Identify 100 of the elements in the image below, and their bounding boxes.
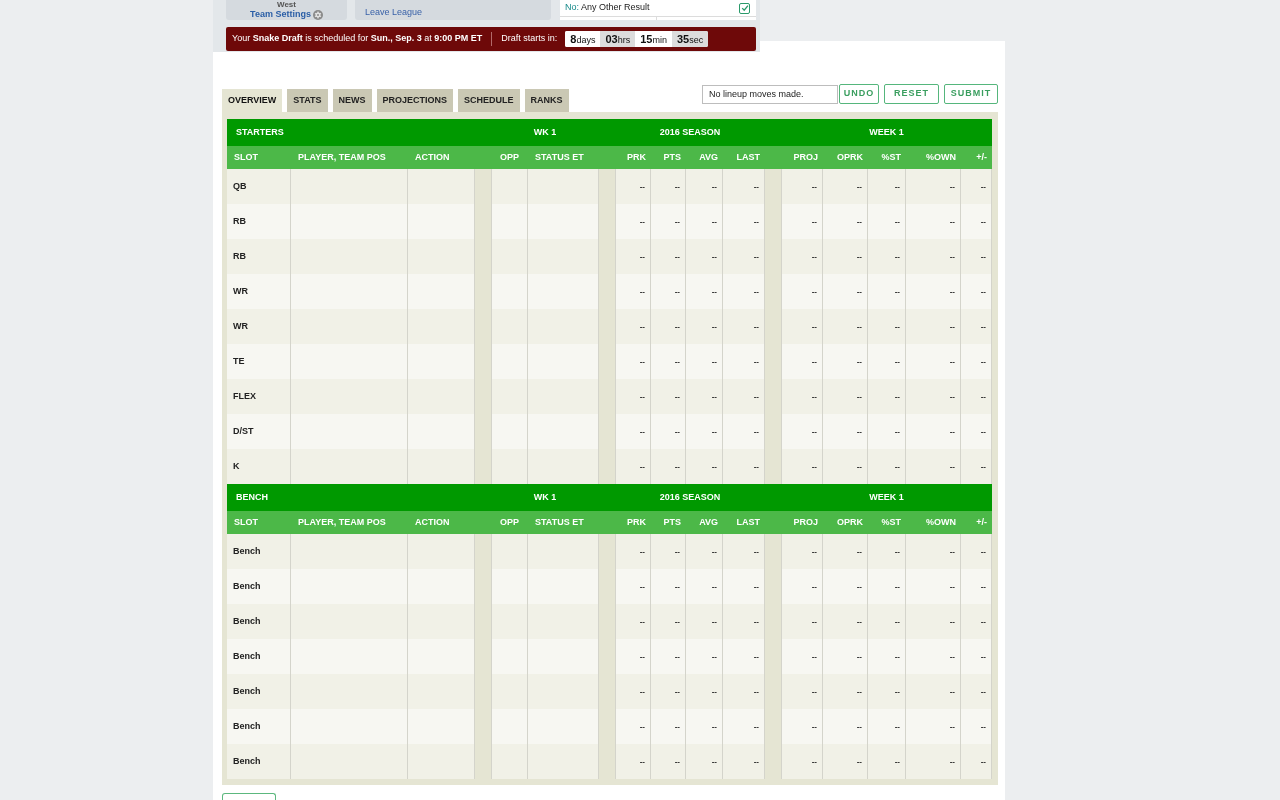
table-cell: -- <box>781 674 823 709</box>
table-cell: -- <box>961 744 992 779</box>
table-cell: -- <box>961 449 992 484</box>
table-cell: Bench <box>227 639 291 674</box>
table-cell: -- <box>615 569 651 604</box>
table-cell <box>491 239 528 274</box>
status-field[interactable]: No lineup moves made. <box>702 84 838 104</box>
table-cell: Bench <box>227 604 291 639</box>
check-icon <box>740 4 749 12</box>
table-cell: -- <box>686 709 723 744</box>
column-header: OPRK <box>837 515 863 529</box>
table-cell: -- <box>615 449 651 484</box>
table-cell <box>408 534 475 569</box>
leave-league-link[interactable]: Leave League <box>365 5 423 19</box>
table-cell: -- <box>961 204 992 239</box>
table-cell: -- <box>868 309 906 344</box>
table-cell <box>491 274 528 309</box>
table-cell: -- <box>723 449 765 484</box>
table-cell: -- <box>823 344 868 379</box>
table-cell: -- <box>868 674 906 709</box>
table-cell <box>491 344 528 379</box>
table-cell: -- <box>686 534 723 569</box>
table-cell: -- <box>868 344 906 379</box>
table-cell: -- <box>651 379 686 414</box>
table-cell <box>491 414 528 449</box>
table-cell: -- <box>961 674 992 709</box>
tab[interactable]: SCHEDULE <box>458 89 520 112</box>
table-cell: -- <box>868 449 906 484</box>
column-header: SLOT <box>234 515 258 529</box>
column-header: %ST <box>881 150 901 164</box>
table-cell <box>408 204 475 239</box>
table-cell: -- <box>723 169 765 204</box>
table-cell <box>528 344 599 379</box>
table-cell <box>491 449 528 484</box>
table-cell: -- <box>651 449 686 484</box>
table-cell: -- <box>781 534 823 569</box>
table-cell: Bench <box>227 709 291 744</box>
table-cell: -- <box>723 674 765 709</box>
table-cell: -- <box>868 569 906 604</box>
table-cell: -- <box>723 709 765 744</box>
table-cell: -- <box>868 274 906 309</box>
tab[interactable]: NEWS <box>332 89 372 112</box>
column-header: %OWN <box>926 515 956 529</box>
table-cell: -- <box>823 534 868 569</box>
table-cell <box>408 414 475 449</box>
table-cell: -- <box>651 239 686 274</box>
column-group-header: 2016 SEASON <box>659 125 721 139</box>
column-header: STATUS ET <box>535 150 584 164</box>
table-cell: -- <box>686 414 723 449</box>
table-cell: -- <box>961 604 992 639</box>
table-cell: Bench <box>227 534 291 569</box>
table-cell: -- <box>723 534 765 569</box>
table-cell <box>528 274 599 309</box>
table-cell: -- <box>906 204 961 239</box>
table-cell: -- <box>781 239 823 274</box>
column-group-header: 2016 SEASON <box>659 490 721 504</box>
tab[interactable]: STATS <box>287 89 328 112</box>
table-cell <box>491 604 528 639</box>
table-cell <box>491 534 528 569</box>
table-cell <box>491 204 528 239</box>
table-cell: -- <box>651 674 686 709</box>
table-cell: -- <box>615 204 651 239</box>
column-header: +/- <box>976 150 987 164</box>
team-settings-link[interactable]: Team Settings <box>250 9 311 20</box>
table-cell: -- <box>868 204 906 239</box>
table-cell: -- <box>906 569 961 604</box>
table-cell: -- <box>615 414 651 449</box>
checkbox[interactable] <box>739 2 750 14</box>
table-cell: -- <box>615 604 651 639</box>
table-cell <box>491 709 528 744</box>
table-cell: -- <box>781 379 823 414</box>
table-cell <box>408 744 475 779</box>
table-cell: -- <box>906 744 961 779</box>
gear-icon[interactable] <box>312 9 323 20</box>
table-cell: -- <box>651 414 686 449</box>
table-cell: -- <box>723 204 765 239</box>
table-cell: WR <box>227 309 291 344</box>
table-cell <box>408 639 475 674</box>
table-cell: Bench <box>227 569 291 604</box>
tab[interactable]: PROJECTIONS <box>376 89 454 112</box>
tab[interactable]: RANKS <box>524 89 569 112</box>
column-header: +/- <box>976 515 987 529</box>
tab[interactable]: OVERVIEW <box>222 89 283 112</box>
option-text: No: Any Other Result <box>565 1 650 15</box>
table-cell <box>528 534 599 569</box>
column-header: LAST <box>736 150 760 164</box>
table-cell: -- <box>651 744 686 779</box>
table-cell: -- <box>686 169 723 204</box>
table-cell <box>528 744 599 779</box>
table-cell: -- <box>686 449 723 484</box>
table-cell: -- <box>906 309 961 344</box>
table-cell: -- <box>651 534 686 569</box>
table-cell: -- <box>686 309 723 344</box>
table-cell <box>528 569 599 604</box>
countdown-segment: 35sec <box>672 31 709 47</box>
table-cell <box>491 744 528 779</box>
table-cell <box>408 344 475 379</box>
table-cell: RB <box>227 204 291 239</box>
outline-button[interactable] <box>222 793 276 800</box>
table-cell <box>408 239 475 274</box>
